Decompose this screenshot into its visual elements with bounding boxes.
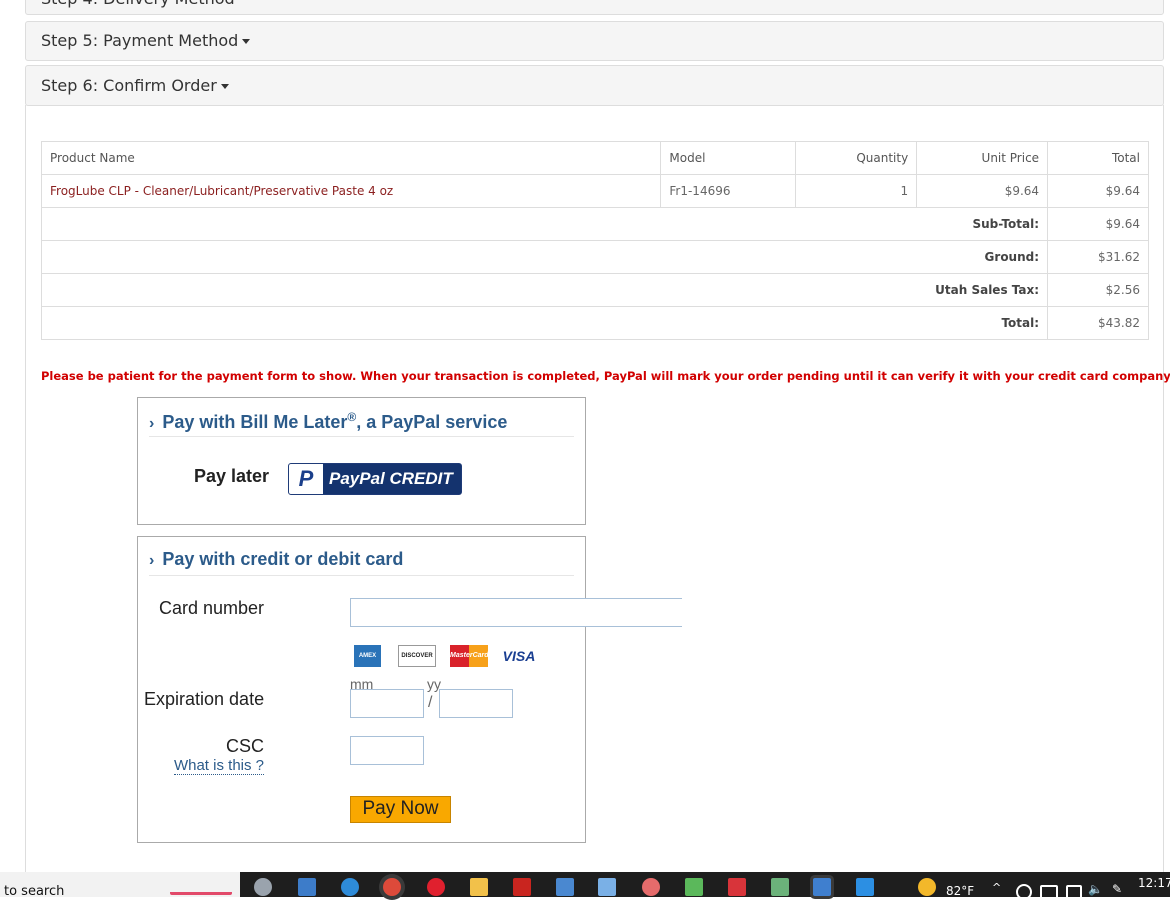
shipping-value: $31.62 (1047, 240, 1149, 274)
network-icon[interactable] (556, 878, 574, 896)
tax-row: Utah Sales Tax: $2.56 (40, 273, 1149, 307)
shipping-label: Ground: (40, 240, 1049, 274)
table-row: FrogLube CLP - Cleaner/Lubricant/Preserv… (40, 174, 1149, 208)
step-5-label: Step 5: Payment Method (41, 31, 239, 50)
bike-icon (170, 882, 232, 895)
unit-price-cell: $9.64 (916, 174, 1049, 208)
chevron-up-icon[interactable]: ^ (992, 881, 1001, 894)
mail-icon[interactable] (856, 878, 874, 896)
chrome-icon[interactable] (383, 878, 401, 896)
header-product-name: Product Name (40, 141, 662, 175)
app-red-icon[interactable] (728, 878, 746, 896)
card-payment-title[interactable]: › Pay with credit or debit card (149, 549, 574, 576)
bill-me-later-title-suffix: , a PayPal service (356, 412, 508, 432)
csc-help-link[interactable]: What is this ? (173, 758, 264, 775)
clock-time: 12:17 (1138, 876, 1170, 890)
shipping-row: Ground: $31.62 (40, 240, 1149, 274)
chevron-right-icon: › (149, 552, 155, 569)
product-link[interactable]: FrogLube CLP - Cleaner/Lubricant/Preserv… (50, 184, 393, 198)
header-quantity: Quantity (795, 141, 918, 175)
opera-icon[interactable] (427, 878, 445, 896)
step-6-label: Step 6: Confirm Order (41, 76, 217, 95)
paypal-credit-text: PayPal CREDIT (329, 469, 453, 488)
expiration-year-input[interactable] (439, 689, 513, 718)
visa-icon: VISA (502, 648, 536, 664)
card-number-label: Card number (159, 598, 265, 618)
registered-mark: ® (347, 410, 357, 424)
header-model: Model (660, 141, 797, 175)
grand-total-label: Total: (40, 306, 1049, 340)
edge-icon[interactable] (341, 878, 359, 896)
weather-text: 82°F (946, 884, 975, 898)
paint-icon[interactable] (642, 878, 660, 896)
paypal-logo-icon: P (289, 464, 323, 494)
bill-me-later-title-text: Pay with Bill Me Later (162, 412, 348, 432)
caret-down-icon (242, 39, 251, 44)
grand-total-row: Total: $43.82 (40, 306, 1149, 340)
expiration-month-input[interactable] (350, 689, 424, 718)
puzzle-icon[interactable] (685, 878, 703, 896)
csc-input[interactable] (350, 736, 424, 765)
quantity-cell: 1 (795, 174, 918, 208)
expiration-separator: / (428, 694, 433, 711)
paypal-credit-button[interactable]: P PayPal CREDIT (288, 463, 462, 495)
step-4-label: Step 4: Delivery Method (41, 0, 235, 8)
step-5-header[interactable]: Step 5: Payment Method (25, 21, 1164, 61)
taskbar: to search 82°F ^ 🔈 ✎ 12:17 (0, 872, 1170, 900)
card-payment-title-text: Pay with credit or debit card (162, 549, 404, 569)
chevron-right-icon: › (149, 415, 155, 432)
total-cell: $9.64 (1047, 174, 1149, 208)
expiration-label: Expiration date (144, 689, 265, 709)
contacts-icon[interactable] (298, 878, 316, 896)
folder-icon[interactable] (470, 878, 488, 896)
header-total: Total (1047, 141, 1149, 175)
settings-icon[interactable] (254, 878, 272, 896)
location-icon (1016, 884, 1032, 900)
card-number-input[interactable] (350, 598, 682, 627)
tree-icon[interactable] (771, 878, 789, 896)
subtotal-value: $9.64 (1047, 207, 1149, 241)
order-table: Product Name Model Quantity Unit Price T… (40, 141, 1149, 340)
amex-icon: AMEX (354, 645, 381, 667)
weather-icon (918, 878, 936, 896)
subtotal-label: Sub-Total: (40, 207, 1049, 241)
product-cell: FrogLube CLP - Cleaner/Lubricant/Preserv… (40, 174, 662, 208)
step-4-header[interactable]: Step 4: Delivery Method (25, 0, 1164, 15)
pay-now-button[interactable]: Pay Now (350, 796, 451, 823)
clock-app-icon[interactable] (813, 878, 831, 896)
mastercard-icon: MasterCard (450, 645, 489, 667)
payment-notice: Please be patient for the payment form t… (41, 369, 1170, 383)
filezilla-icon[interactable] (513, 878, 531, 896)
volume-icon[interactable]: 🔈 (1088, 882, 1103, 896)
pay-later-label: Pay later (194, 466, 270, 486)
header-unit-price: Unit Price (916, 141, 1049, 175)
table-header-row: Product Name Model Quantity Unit Price T… (40, 141, 1149, 175)
subtotal-row: Sub-Total: $9.64 (40, 207, 1149, 241)
tax-value: $2.56 (1047, 273, 1149, 307)
bill-me-later-title[interactable]: › Pay with Bill Me Later®, a PayPal servi… (149, 410, 574, 437)
bill-me-later-box: › Pay with Bill Me Later®, a PayPal servi… (137, 397, 586, 525)
csc-label: CSC (226, 736, 265, 756)
tax-label: Utah Sales Tax: (40, 273, 1049, 307)
caret-down-icon (220, 84, 229, 89)
grand-total-value: $43.82 (1047, 306, 1149, 340)
model-cell: Fr1-14696 (660, 174, 797, 208)
notepad-icon[interactable] (598, 878, 616, 896)
discover-icon: DISCOVER (398, 645, 436, 667)
pen-icon: ✎ (1112, 882, 1123, 896)
step-6-header[interactable]: Step 6: Confirm Order (25, 65, 1164, 106)
